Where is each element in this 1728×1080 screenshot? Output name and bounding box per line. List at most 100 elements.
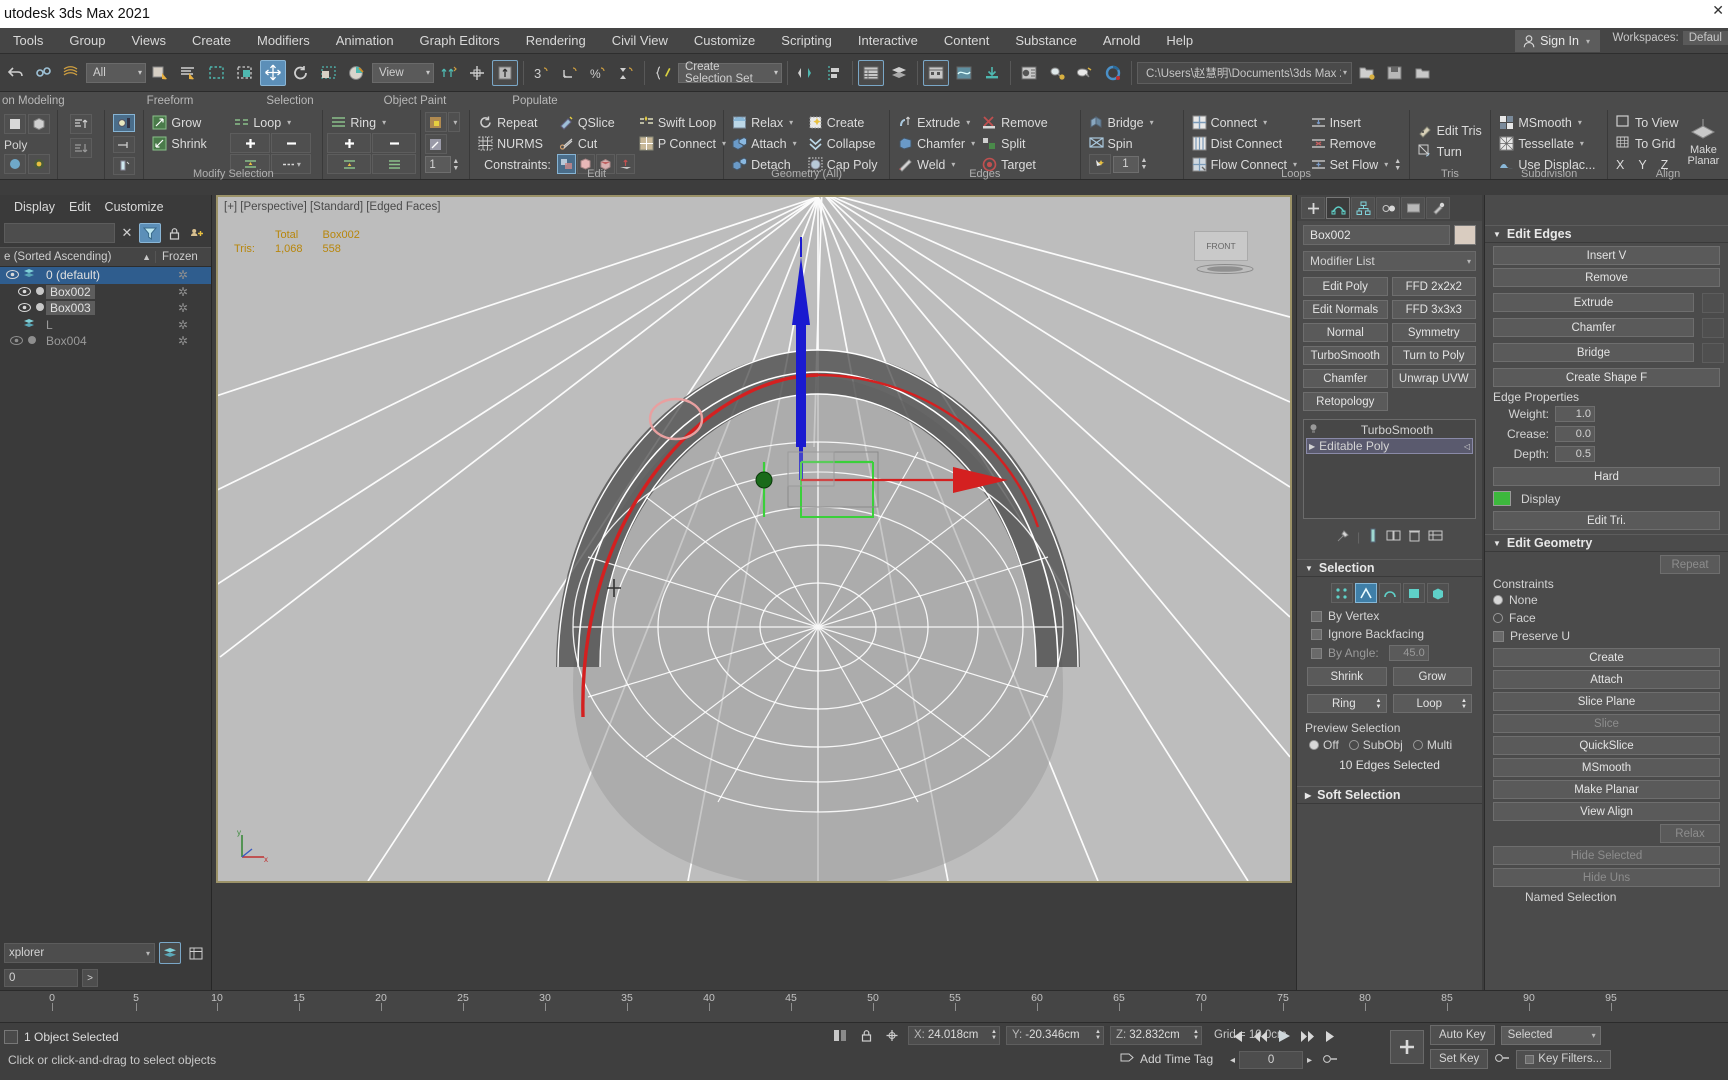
next-frame-icon[interactable] — [1297, 1025, 1319, 1047]
edit-edges-header[interactable]: ▼ Edit Edges — [1485, 225, 1728, 243]
layer-list-icon[interactable] — [159, 942, 181, 964]
modifier-edit-poly[interactable]: Edit Poly — [1303, 277, 1388, 296]
ring-subtract-button[interactable] — [372, 133, 417, 153]
frozen-icon[interactable]: ✲ — [155, 318, 211, 332]
soft-selection-rollout-header[interactable]: ▶ Soft Selection — [1297, 786, 1482, 804]
ring-add-button[interactable] — [327, 133, 372, 153]
add-keyframe-button[interactable] — [1390, 1030, 1424, 1064]
display-tab[interactable] — [1401, 197, 1425, 219]
stack-item-turbosmooth[interactable]: TurboSmooth — [1306, 422, 1473, 438]
auto-key-toggle[interactable]: Auto Key — [1430, 1025, 1495, 1045]
edit-geometry-header[interactable]: ▼ Edit Geometry — [1485, 534, 1728, 552]
key-mode-icon[interactable] — [1322, 1052, 1338, 1069]
hierarchy-tab[interactable] — [1351, 197, 1375, 219]
go-to-start-icon[interactable] — [1225, 1025, 1247, 1047]
modifier-stack[interactable]: TurboSmooth ▶ Editable Poly ◁ — [1303, 419, 1476, 519]
paint-deform-icon[interactable] — [425, 134, 448, 154]
content-download-icon[interactable] — [979, 60, 1005, 86]
repeat-last-button[interactable]: Repeat — [1660, 555, 1720, 574]
ignore-backfacing-checkbox[interactable] — [1311, 628, 1322, 640]
use-pivot-center-icon[interactable] — [436, 60, 462, 86]
selection-rollout-header[interactable]: ▼ Selection — [1297, 559, 1482, 577]
create-tab[interactable] — [1301, 197, 1325, 219]
explorer-menu-customize[interactable]: Customize — [105, 200, 164, 214]
angle-snap-icon[interactable] — [557, 60, 583, 86]
edit-named-selection-icon[interactable] — [650, 60, 676, 86]
select-up-icon[interactable] — [70, 114, 93, 134]
ribbon-collapse-button[interactable]: Collapse — [804, 133, 885, 154]
list-item[interactable]: Box002 ✲ — [0, 284, 211, 301]
ribbon-tab-freeform[interactable]: Freeform — [110, 95, 230, 107]
stack-item-editable-poly[interactable]: ▶ Editable Poly ◁ — [1306, 438, 1473, 454]
edge-icon[interactable] — [1354, 583, 1377, 603]
track-bar[interactable]: 0 5 10 15 20 25 30 35 40 45 50 55 60 65 … — [0, 990, 1728, 1022]
geo-msmooth-button[interactable]: MSmooth — [1493, 758, 1720, 777]
select-object-icon[interactable] — [148, 60, 174, 86]
spinner-snap-icon[interactable] — [613, 60, 639, 86]
window-crossing-icon[interactable] — [232, 60, 258, 86]
curve-editor-icon[interactable] — [923, 59, 949, 86]
loop-button[interactable]: Loop ▲ ▼ — [1392, 694, 1472, 713]
geo-hide-unselected-button[interactable]: Hide Uns — [1493, 868, 1720, 887]
schematic-view-icon[interactable] — [951, 60, 977, 86]
menu-item-rendering[interactable]: Rendering — [513, 28, 599, 54]
geo-relax-button[interactable]: Relax — [1660, 824, 1720, 843]
ribbon-pconnect-button[interactable]: P Connect ▾ — [635, 133, 727, 154]
coord-y-field[interactable]: Y: -20.346cm ▲ ▼ — [1006, 1025, 1104, 1045]
view-cube[interactable]: FRONT — [1194, 231, 1256, 278]
poly-subobject-icon[interactable] — [28, 154, 50, 174]
menu-item-views[interactable]: Views — [119, 28, 179, 54]
depth-value[interactable]: 0.5 — [1555, 446, 1595, 462]
ribbon-loop-button[interactable]: Loop ▾ — [230, 112, 318, 133]
spinner-up-icon[interactable]: ▲ — [452, 158, 459, 165]
menu-item-help[interactable]: Help — [1153, 28, 1206, 54]
object-color-swatch[interactable] — [1454, 225, 1476, 245]
poly-box-icon[interactable] — [28, 114, 50, 134]
workspaces-selector[interactable]: Workspaces: Defaul — [1612, 31, 1728, 45]
ribbon-turn-button[interactable]: Turn — [1414, 141, 1487, 162]
edge-chamfer-button[interactable]: Chamfer — [1493, 318, 1694, 337]
preview-multi-radio[interactable]: Multi — [1412, 738, 1452, 752]
insert-vertex-button[interactable]: Insert V — [1493, 246, 1720, 265]
key-filter-selected-combo[interactable]: Selected ▾ — [1500, 1025, 1601, 1045]
explorer-menu-edit[interactable]: Edit — [69, 200, 91, 214]
percent-snap-icon[interactable]: % — [585, 60, 611, 86]
project-folder-icon[interactable] — [1354, 60, 1380, 86]
edge-remove-button[interactable]: Remove — [1493, 268, 1720, 287]
layers-stack-icon[interactable] — [886, 60, 912, 86]
edit-tri-button[interactable]: Edit Tri. — [1493, 511, 1720, 530]
ribbon-qslice-button[interactable]: QSlice — [555, 112, 635, 133]
chamfer-settings-icon[interactable] — [1702, 317, 1724, 338]
previous-frame-icon[interactable] — [1249, 1025, 1271, 1047]
ribbon-shrink-button[interactable]: Shrink — [148, 133, 230, 154]
spinner-down-icon[interactable]: ▼ — [1141, 164, 1148, 171]
ribbon-swift-loop-button[interactable]: Swift Loop — [635, 112, 727, 133]
placement-tool-icon[interactable] — [344, 60, 370, 86]
ribbon-count-value[interactable]: 1 — [425, 156, 452, 173]
key-next-icon[interactable]: ▸ — [1307, 1055, 1312, 1066]
lock-selection-icon[interactable] — [425, 112, 448, 132]
named-selection-set-combo[interactable]: Create Selection Set ▾ — [678, 61, 782, 85]
ring-mode-button[interactable] — [372, 154, 417, 174]
geo-make-planar-button[interactable]: Make Planar — [1493, 780, 1720, 799]
ribbon-cut-button[interactable]: Cut — [555, 133, 635, 154]
layer-explorer-icon[interactable] — [858, 59, 884, 86]
undo-icon[interactable] — [2, 60, 28, 86]
ribbon-extrude-button[interactable]: Extrude ▾ — [894, 112, 978, 133]
paint-select-icon[interactable] — [113, 157, 136, 176]
ribbon-spin-button[interactable]: Spin — [1085, 133, 1179, 154]
viewport[interactable]: [+] [Perspective] [Standard] [Edged Face… — [216, 195, 1292, 883]
constraint-face-radio[interactable] — [1493, 613, 1503, 623]
select-and-scale-icon[interactable] — [316, 60, 342, 86]
frozen-icon[interactable]: ✲ — [155, 285, 211, 299]
menu-item-substance[interactable]: Substance — [1002, 28, 1089, 54]
select-down-icon[interactable] — [70, 138, 93, 158]
spinner-down-icon[interactable]: ▼ — [991, 1035, 997, 1041]
go-to-end-icon[interactable] — [1321, 1025, 1343, 1047]
key-filters-button[interactable]: Key Filters... — [1516, 1049, 1612, 1069]
ribbon-repeat-button[interactable]: Repeat — [474, 112, 555, 133]
modifier-normal[interactable]: Normal — [1303, 323, 1388, 342]
preview-subobj-radio[interactable]: SubObj — [1348, 738, 1403, 752]
frozen-icon[interactable]: ✲ — [155, 301, 211, 315]
geo-attach-button[interactable]: Attach — [1493, 670, 1720, 689]
